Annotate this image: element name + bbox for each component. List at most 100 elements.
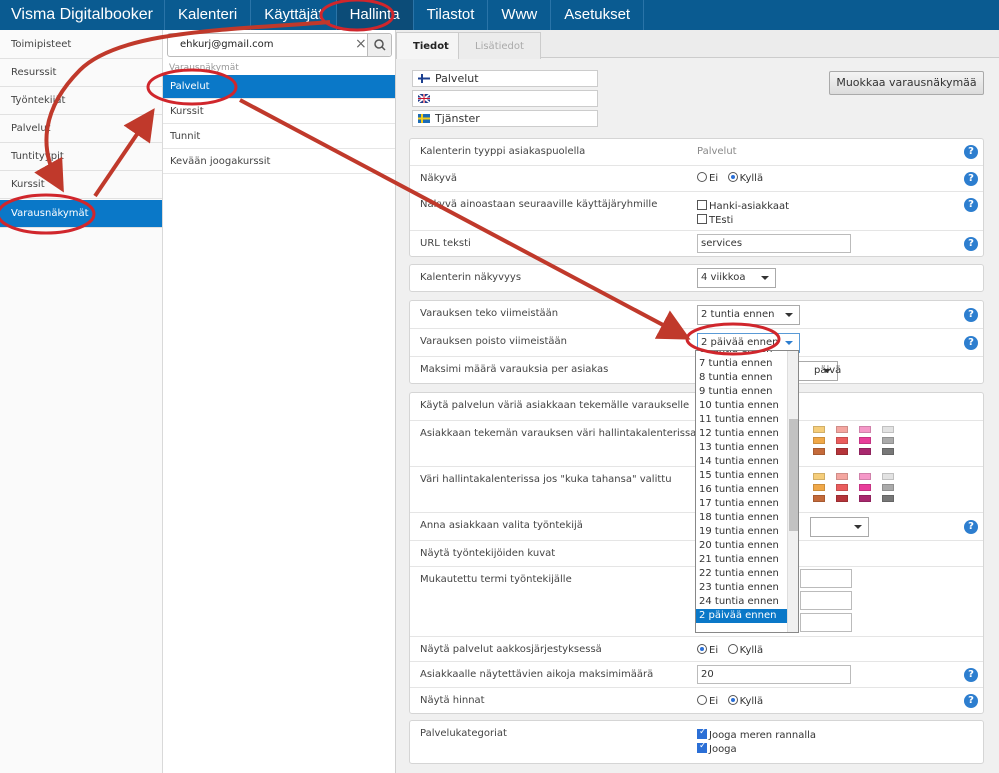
name-field-sv[interactable]: Tjänster [412,110,598,127]
help-icon[interactable]: ? [964,694,978,708]
dropdown-option[interactable]: 7 tuntia ennen [696,357,798,371]
color-swatch[interactable] [836,484,848,491]
group-hanki-checkbox[interactable] [697,200,707,210]
dropdown-scrollbar[interactable] [787,351,798,632]
sidebar-item-palvelut[interactable]: Palvelut [0,115,162,143]
color-swatch[interactable] [813,437,825,444]
cancel-deadline-dropdown-list[interactable]: 6 tuntia ennen7 tuntia ennen8 tuntia enn… [695,350,799,633]
sidebar-item-tyontekijat[interactable]: Työntekijät [0,87,162,115]
nav-kalenteri[interactable]: Kalenteri [165,0,252,30]
color-swatch[interactable] [836,437,848,444]
name-field-fi[interactable]: Palvelut [412,70,598,87]
search-button[interactable] [367,34,391,56]
booking-deadline-select[interactable]: 2 tuntia ennen [697,305,800,325]
color-swatch[interactable] [813,473,825,480]
color-swatch[interactable] [836,473,848,480]
nav-asetukset[interactable]: Asetukset [551,0,645,30]
dropdown-option[interactable]: 21 tuntia ennen [696,553,798,567]
dropdown-option[interactable]: 20 tuntia ennen [696,539,798,553]
help-icon[interactable]: ? [964,520,978,534]
search-input[interactable]: ehkurj@gmail.com × [167,33,392,57]
help-icon[interactable]: ? [964,172,978,186]
help-icon[interactable]: ? [964,668,978,682]
color-swatch[interactable] [813,426,825,433]
sidebar-item-varausnakymat[interactable]: Varausnäkymät [0,200,162,228]
dropdown-option[interactable]: 9 tuntia ennen [696,385,798,399]
color-swatch[interactable] [836,426,848,433]
alphabetical-no-radio[interactable] [697,644,707,654]
sidebar-item-toimipisteet[interactable]: Toimipisteet [0,30,162,59]
nav-kayttajat[interactable]: Käyttäjät [251,0,337,30]
list-item-tunnit[interactable]: Tunnit [163,125,395,149]
edit-view-button[interactable]: Muokkaa varausnäkymää [829,71,984,95]
dropdown-option[interactable]: 13 tuntia ennen [696,441,798,455]
nav-www[interactable]: Www [488,0,552,30]
max-bookings-period-select[interactable]: päivä [795,361,841,381]
nav-tilastot[interactable]: Tilastot [414,0,489,30]
alphabetical-yes-radio[interactable] [727,644,738,654]
term-input-en[interactable] [800,591,852,610]
scrollbar-thumb[interactable] [789,419,798,531]
color-swatch[interactable] [859,484,871,491]
url-text-input[interactable]: services [697,234,851,253]
category-checkbox[interactable] [697,727,707,739]
dropdown-option[interactable]: 8 tuntia ennen [696,371,798,385]
color-swatch[interactable] [836,495,848,502]
color-swatch[interactable] [882,495,894,502]
dropdown-option[interactable]: 10 tuntia ennen [696,399,798,413]
anyone-color-swatches[interactable] [813,473,894,509]
dropdown-option[interactable]: 15 tuntia ennen [696,469,798,483]
sidebar-item-tuntityypit[interactable]: Tuntityypit [0,143,162,171]
show-prices-yes-radio[interactable] [727,695,738,705]
color-swatch[interactable] [813,484,825,491]
tab-tiedot[interactable]: Tiedot [396,32,466,59]
category-checkbox[interactable] [697,741,707,753]
help-icon[interactable]: ? [964,308,978,322]
customer-color-swatches[interactable] [813,426,894,462]
dropdown-option[interactable]: 12 tuntia ennen [696,427,798,441]
color-swatch[interactable] [859,437,871,444]
help-icon[interactable]: ? [964,145,978,159]
color-swatch[interactable] [859,495,871,502]
group-testi-checkbox[interactable] [697,214,707,224]
color-swatch[interactable] [859,448,871,455]
color-swatch[interactable] [813,448,825,455]
color-swatch[interactable] [882,437,894,444]
color-swatch[interactable] [859,473,871,480]
dropdown-option[interactable]: 17 tuntia ennen [696,497,798,511]
dropdown-option[interactable]: 16 tuntia ennen [696,483,798,497]
dropdown-option[interactable]: 2 päivää ennen [696,609,798,623]
list-item-kurssit[interactable]: Kurssit [163,100,395,124]
clear-icon[interactable]: × [355,36,367,52]
calendar-visibility-select[interactable]: 4 viikkoa [697,268,776,288]
dropdown-option[interactable]: 23 tuntia ennen [696,581,798,595]
sidebar-item-kurssit[interactable]: Kurssit [0,171,162,199]
nav-hallinta[interactable]: Hallinta [336,0,414,30]
visible-yes-radio[interactable] [727,172,738,182]
max-times-input[interactable]: 20 [697,665,851,684]
dropdown-option[interactable]: 18 tuntia ennen [696,511,798,525]
color-swatch[interactable] [882,473,894,480]
help-icon[interactable]: ? [964,336,978,350]
show-prices-no-radio[interactable] [697,695,707,705]
color-swatch[interactable] [882,484,894,491]
sidebar-item-resurssit[interactable]: Resurssit [0,59,162,87]
name-field-en[interactable] [412,90,598,107]
tab-lisatiedot[interactable]: Lisätiedot [458,32,541,59]
dropdown-option[interactable]: 11 tuntia ennen [696,413,798,427]
visible-no-radio[interactable] [697,172,707,182]
dropdown-option[interactable]: 14 tuntia ennen [696,455,798,469]
help-icon[interactable]: ? [964,237,978,251]
list-item-kevaan-joogakurssit[interactable]: Kevään joogakurssit [163,150,395,174]
color-swatch[interactable] [882,448,894,455]
help-icon[interactable]: ? [964,198,978,212]
color-swatch[interactable] [836,448,848,455]
dropdown-option[interactable]: 22 tuntia ennen [696,567,798,581]
list-item-palvelut[interactable]: Palvelut [163,75,395,99]
color-swatch[interactable] [859,426,871,433]
dropdown-option[interactable]: 24 tuntia ennen [696,595,798,609]
color-swatch[interactable] [813,495,825,502]
dropdown-option[interactable]: 6 tuntia ennen [696,351,798,357]
color-swatch[interactable] [882,426,894,433]
term-input-sv[interactable] [800,613,852,632]
